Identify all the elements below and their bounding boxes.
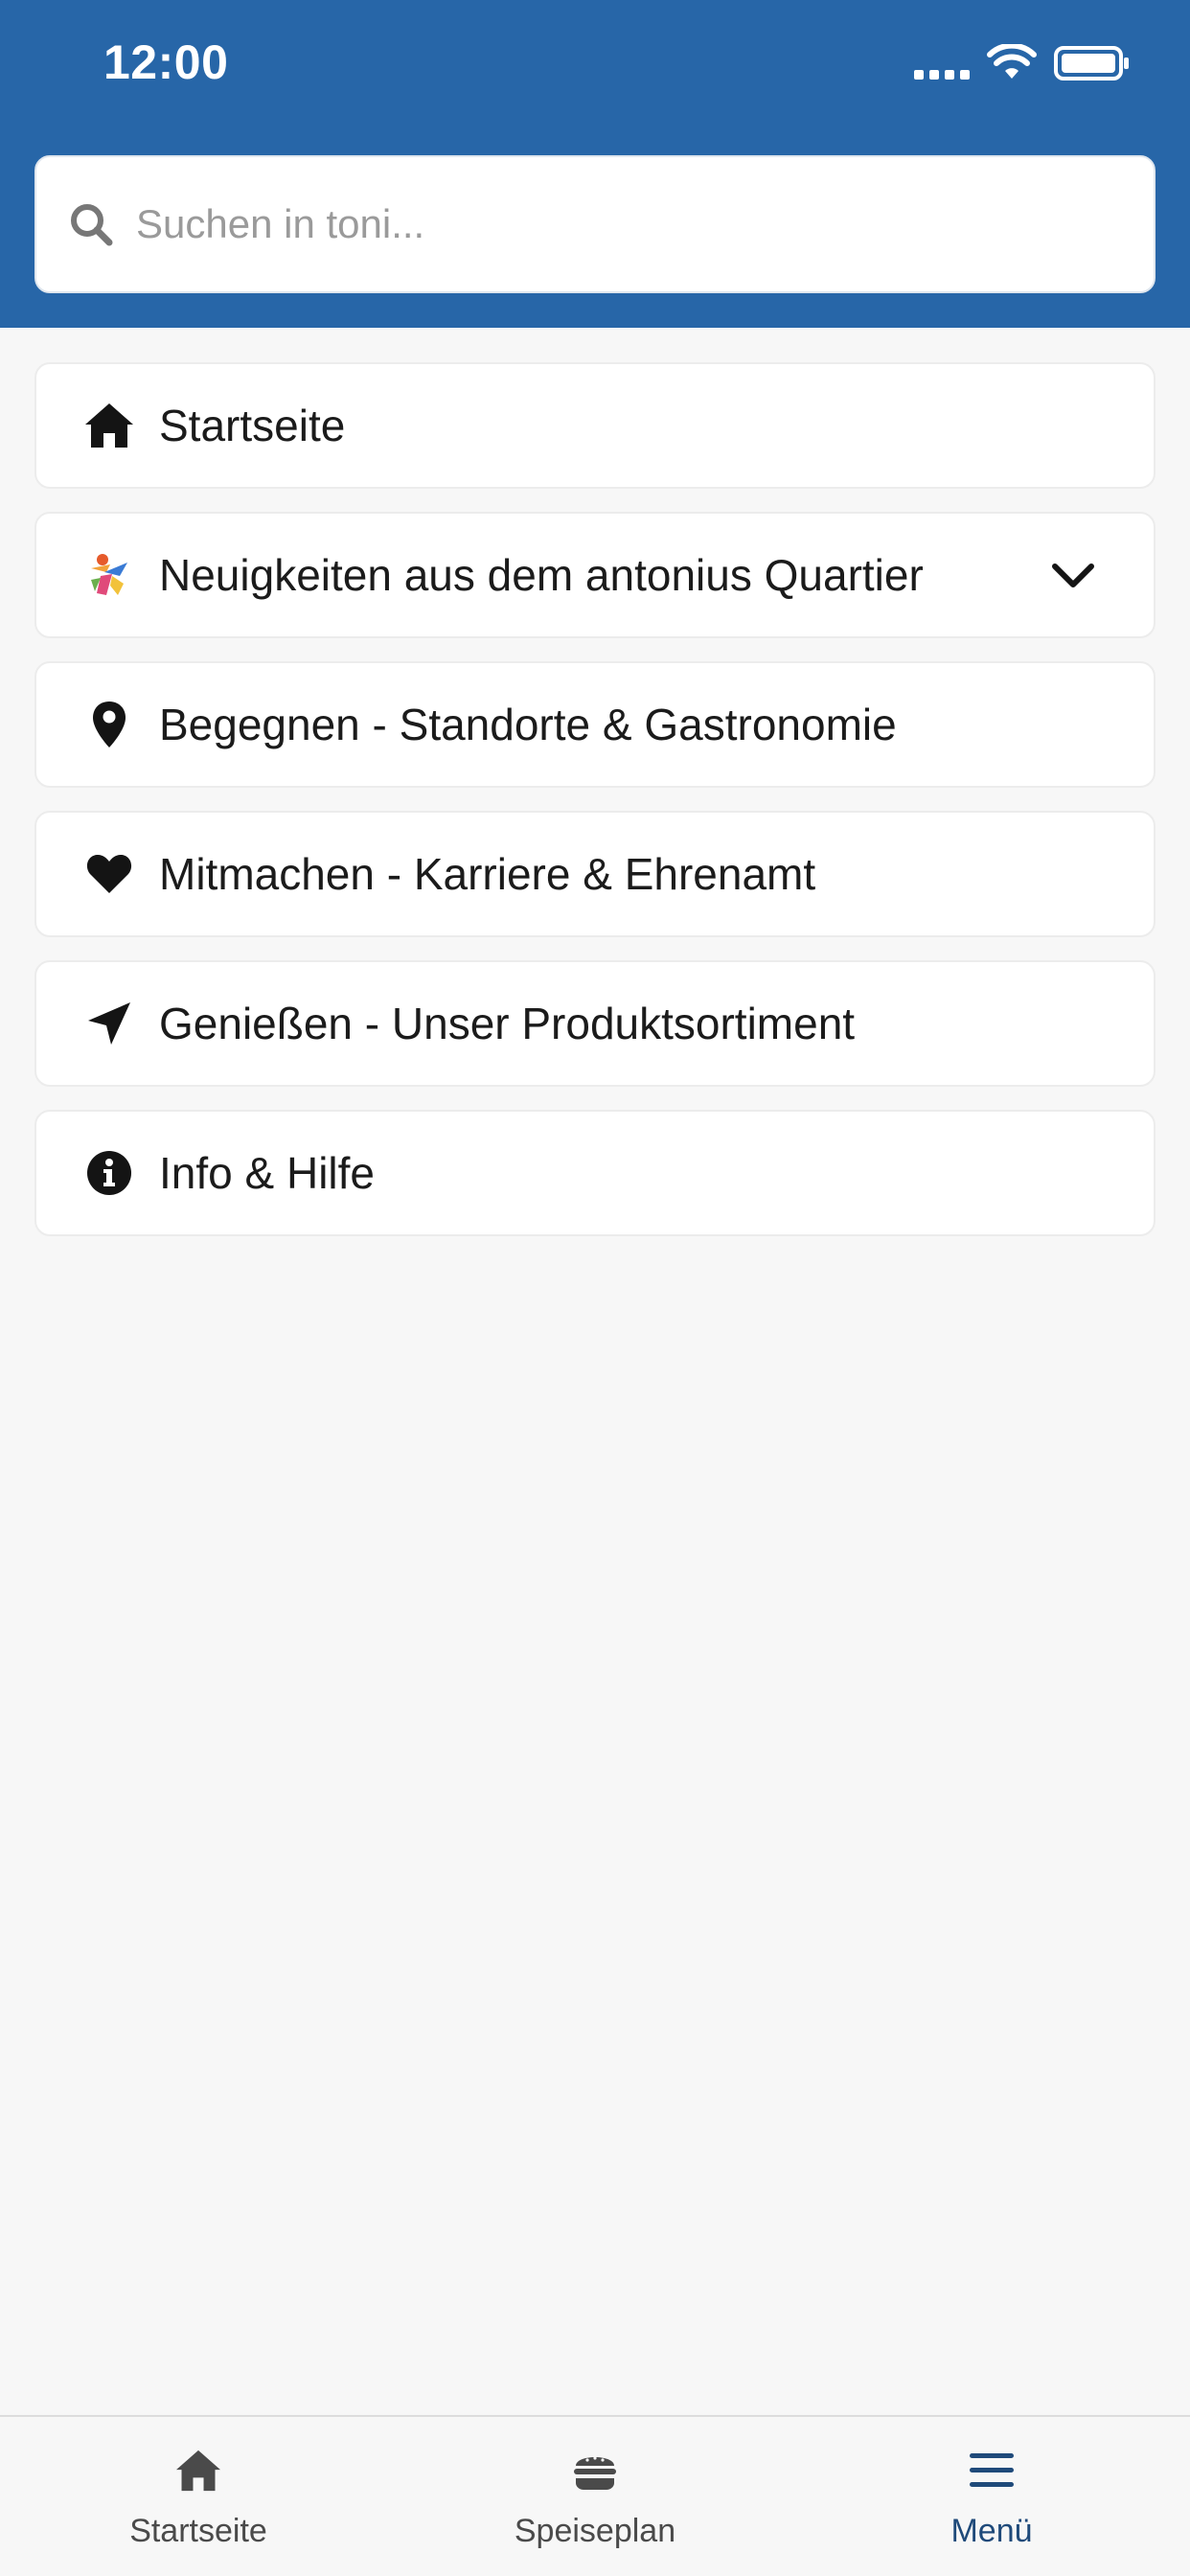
app-screen: 12:00 Suchen in toni... Startseite Neuig… — [0, 0, 1190, 2576]
tab-startseite[interactable]: Startseite — [0, 2417, 397, 2576]
battery-icon — [1054, 46, 1129, 80]
antonius-logo-icon — [79, 544, 140, 606]
location-pin-icon — [79, 694, 140, 755]
tab-label: Startseite — [129, 2513, 267, 2549]
menu-item-label: Neuigkeiten aus dem antonius Quartier — [159, 550, 924, 600]
tab-label: Speiseplan — [514, 2513, 676, 2549]
menu-item-label: Info & Hilfe — [159, 1148, 375, 1198]
tab-menu[interactable]: Menü — [793, 2417, 1190, 2576]
search-icon — [71, 204, 113, 246]
paper-plane-icon — [79, 993, 140, 1054]
menu-item-geniessen[interactable]: Genießen - Unser Produktsortiment — [34, 960, 1156, 1087]
menu-list: Startseite Neuigkeiten aus dem antonius … — [34, 362, 1156, 1259]
menu-item-label: Mitmachen - Karriere & Ehrenamt — [159, 849, 816, 899]
home-icon — [79, 395, 140, 456]
tab-label: Menü — [950, 2513, 1033, 2549]
menu-item-info-hilfe[interactable]: Info & Hilfe — [34, 1110, 1156, 1236]
tab-bar: Startseite Speiseplan Menü — [0, 2415, 1190, 2576]
header: 12:00 — [0, 0, 1190, 328]
menu-item-label: Genießen - Unser Produktsortiment — [159, 999, 856, 1048]
chevron-down-icon[interactable] — [1035, 537, 1111, 613]
status-time: 12:00 — [103, 35, 229, 89]
burger-icon — [566, 2442, 624, 2499]
search-box[interactable] — [34, 155, 1156, 293]
tab-speiseplan[interactable]: Speiseplan — [397, 2417, 793, 2576]
menu-item-neuigkeiten[interactable]: Neuigkeiten aus dem antonius Quartier — [34, 512, 1156, 638]
menu-item-begegnen[interactable]: Begegnen - Standorte & Gastronomie — [34, 661, 1156, 788]
signal-icon — [914, 47, 970, 80]
search-input[interactable] — [136, 201, 1094, 247]
info-icon — [79, 1142, 140, 1204]
menu-item-startseite[interactable]: Startseite — [34, 362, 1156, 489]
menu-icon — [963, 2442, 1020, 2499]
status-icons — [914, 44, 1131, 82]
home-icon — [170, 2442, 227, 2499]
wifi-icon — [987, 44, 1037, 79]
menu-item-label: Begegnen - Standorte & Gastronomie — [159, 700, 897, 749]
status-bar: 12:00 — [0, 0, 1190, 134]
heart-icon — [79, 843, 140, 905]
menu-item-label: Startseite — [159, 401, 346, 450]
menu-item-mitmachen[interactable]: Mitmachen - Karriere & Ehrenamt — [34, 811, 1156, 937]
